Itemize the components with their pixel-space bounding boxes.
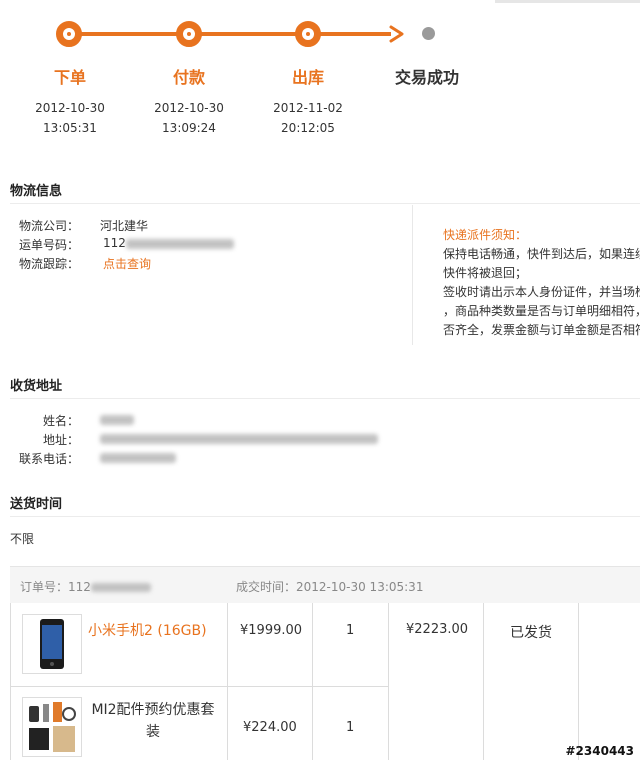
- progress-arrow-icon: [389, 25, 404, 43]
- item-qty: 1: [346, 623, 355, 638]
- divider: [10, 203, 640, 204]
- address-label: 地址：: [43, 433, 80, 447]
- notice-line: ，商品种类数量是否与订单明细相符，: [443, 304, 640, 318]
- redacted-address: [100, 434, 378, 444]
- grid-line: [10, 686, 388, 687]
- product-thumbnail[interactable]: [22, 614, 82, 674]
- waybill-prefix: 112: [103, 236, 126, 250]
- grid-line: [10, 603, 11, 760]
- step-paid: 付款 2012-10-30 13:09:24: [129, 68, 249, 135]
- waybill-value: 112: [103, 236, 234, 250]
- progress-node-3: [295, 21, 321, 47]
- grid-line: [483, 603, 484, 760]
- delivery-notice: 快递派件须知： 保持电话畅通，快件到达后，如果连续 快件将被退回； 签收时请出示…: [443, 226, 640, 340]
- progress-node-1: [56, 21, 82, 47]
- top-scroll-shade: [495, 0, 640, 3]
- redacted-text: [125, 238, 234, 249]
- step-date: 2012-10-30: [35, 101, 105, 115]
- step-label: 付款: [172, 68, 205, 87]
- notice-line: 快件将被退回；: [443, 266, 528, 280]
- waybill-label: 运单号码：: [19, 238, 80, 252]
- notice-line: 否齐全，发票金额与订单金额是否相符: [443, 323, 640, 337]
- step-shipped: 出库 2012-11-02 20:12:05: [248, 68, 368, 135]
- phone-icon: [40, 619, 64, 669]
- order-status: 已发货: [510, 625, 552, 641]
- notice-line: 签收时请出示本人身份证件，并当场检: [443, 285, 640, 299]
- step-ordered: 下单 2012-10-30 13:05:31: [10, 68, 130, 135]
- step-label: 交易成功: [394, 68, 459, 87]
- order-id-label: 订单号：: [20, 580, 69, 594]
- step-label: 下单: [53, 68, 86, 87]
- address-title: 收货地址: [10, 379, 63, 394]
- redacted-phone: [100, 453, 176, 463]
- divider: [10, 516, 640, 517]
- item-price: ¥1999.00: [240, 623, 303, 638]
- step-date: 2012-11-02: [273, 101, 343, 115]
- accessories-icon: [29, 702, 76, 752]
- divider-vertical: [412, 205, 413, 345]
- grid-line: [388, 603, 389, 760]
- order-id: 订单号：112: [20, 578, 151, 595]
- logistics-title: 物流信息: [10, 184, 63, 199]
- tracking-query-link[interactable]: 点击查询: [103, 255, 151, 272]
- logistics-company-value: 河北建华: [100, 219, 149, 233]
- order-items-table: 小米手机2 (16GB) ¥1999.00 1 ¥2223.00 已发货 MI2…: [10, 603, 640, 760]
- redacted-name: [100, 415, 134, 425]
- order-header: 订单号：112 成交时间：2012-10-30 13:05:31: [10, 566, 640, 603]
- step-time: 20:12:05: [281, 121, 335, 135]
- progress-track: [69, 32, 391, 36]
- order-total: ¥2223.00: [406, 622, 469, 637]
- step-date: 2012-10-30: [154, 101, 224, 115]
- step-time: 13:09:24: [162, 121, 216, 135]
- product-name-link[interactable]: MI2配件预约优惠套装: [88, 699, 218, 743]
- divider: [10, 398, 640, 399]
- order-id-prefix: 112: [68, 580, 91, 594]
- progress-node-2: [176, 21, 202, 47]
- redacted-order-id: [90, 583, 151, 592]
- step-label: 出库: [291, 68, 324, 87]
- phone-label: 联系电话：: [19, 452, 80, 466]
- grid-line: [578, 603, 579, 760]
- grid-line: [227, 603, 228, 760]
- notice-title: 快递派件须知：: [443, 228, 528, 242]
- step-time: 13:05:31: [43, 121, 97, 135]
- watermark: #2340443: [565, 744, 634, 758]
- progress-end-dot: [422, 27, 435, 40]
- notice-line: 保持电话畅通，快件到达后，如果连续: [443, 247, 640, 261]
- logistics-company-label: 物流公司：: [19, 219, 80, 233]
- item-qty: 1: [346, 720, 355, 735]
- delivery-time-title: 送货时间: [10, 497, 63, 512]
- deal-time: 成交时间：2012-10-30 13:05:31: [236, 580, 424, 594]
- name-label: 姓名：: [43, 414, 80, 428]
- step-completed: 交易成功: [367, 68, 487, 88]
- grid-line: [312, 603, 313, 760]
- item-price: ¥224.00: [243, 720, 297, 735]
- product-thumbnail[interactable]: [22, 697, 82, 757]
- delivery-time-value: 不限: [10, 532, 35, 546]
- tracking-label: 物流跟踪：: [19, 257, 80, 271]
- product-name-link[interactable]: 小米手机2 (16GB): [88, 620, 207, 640]
